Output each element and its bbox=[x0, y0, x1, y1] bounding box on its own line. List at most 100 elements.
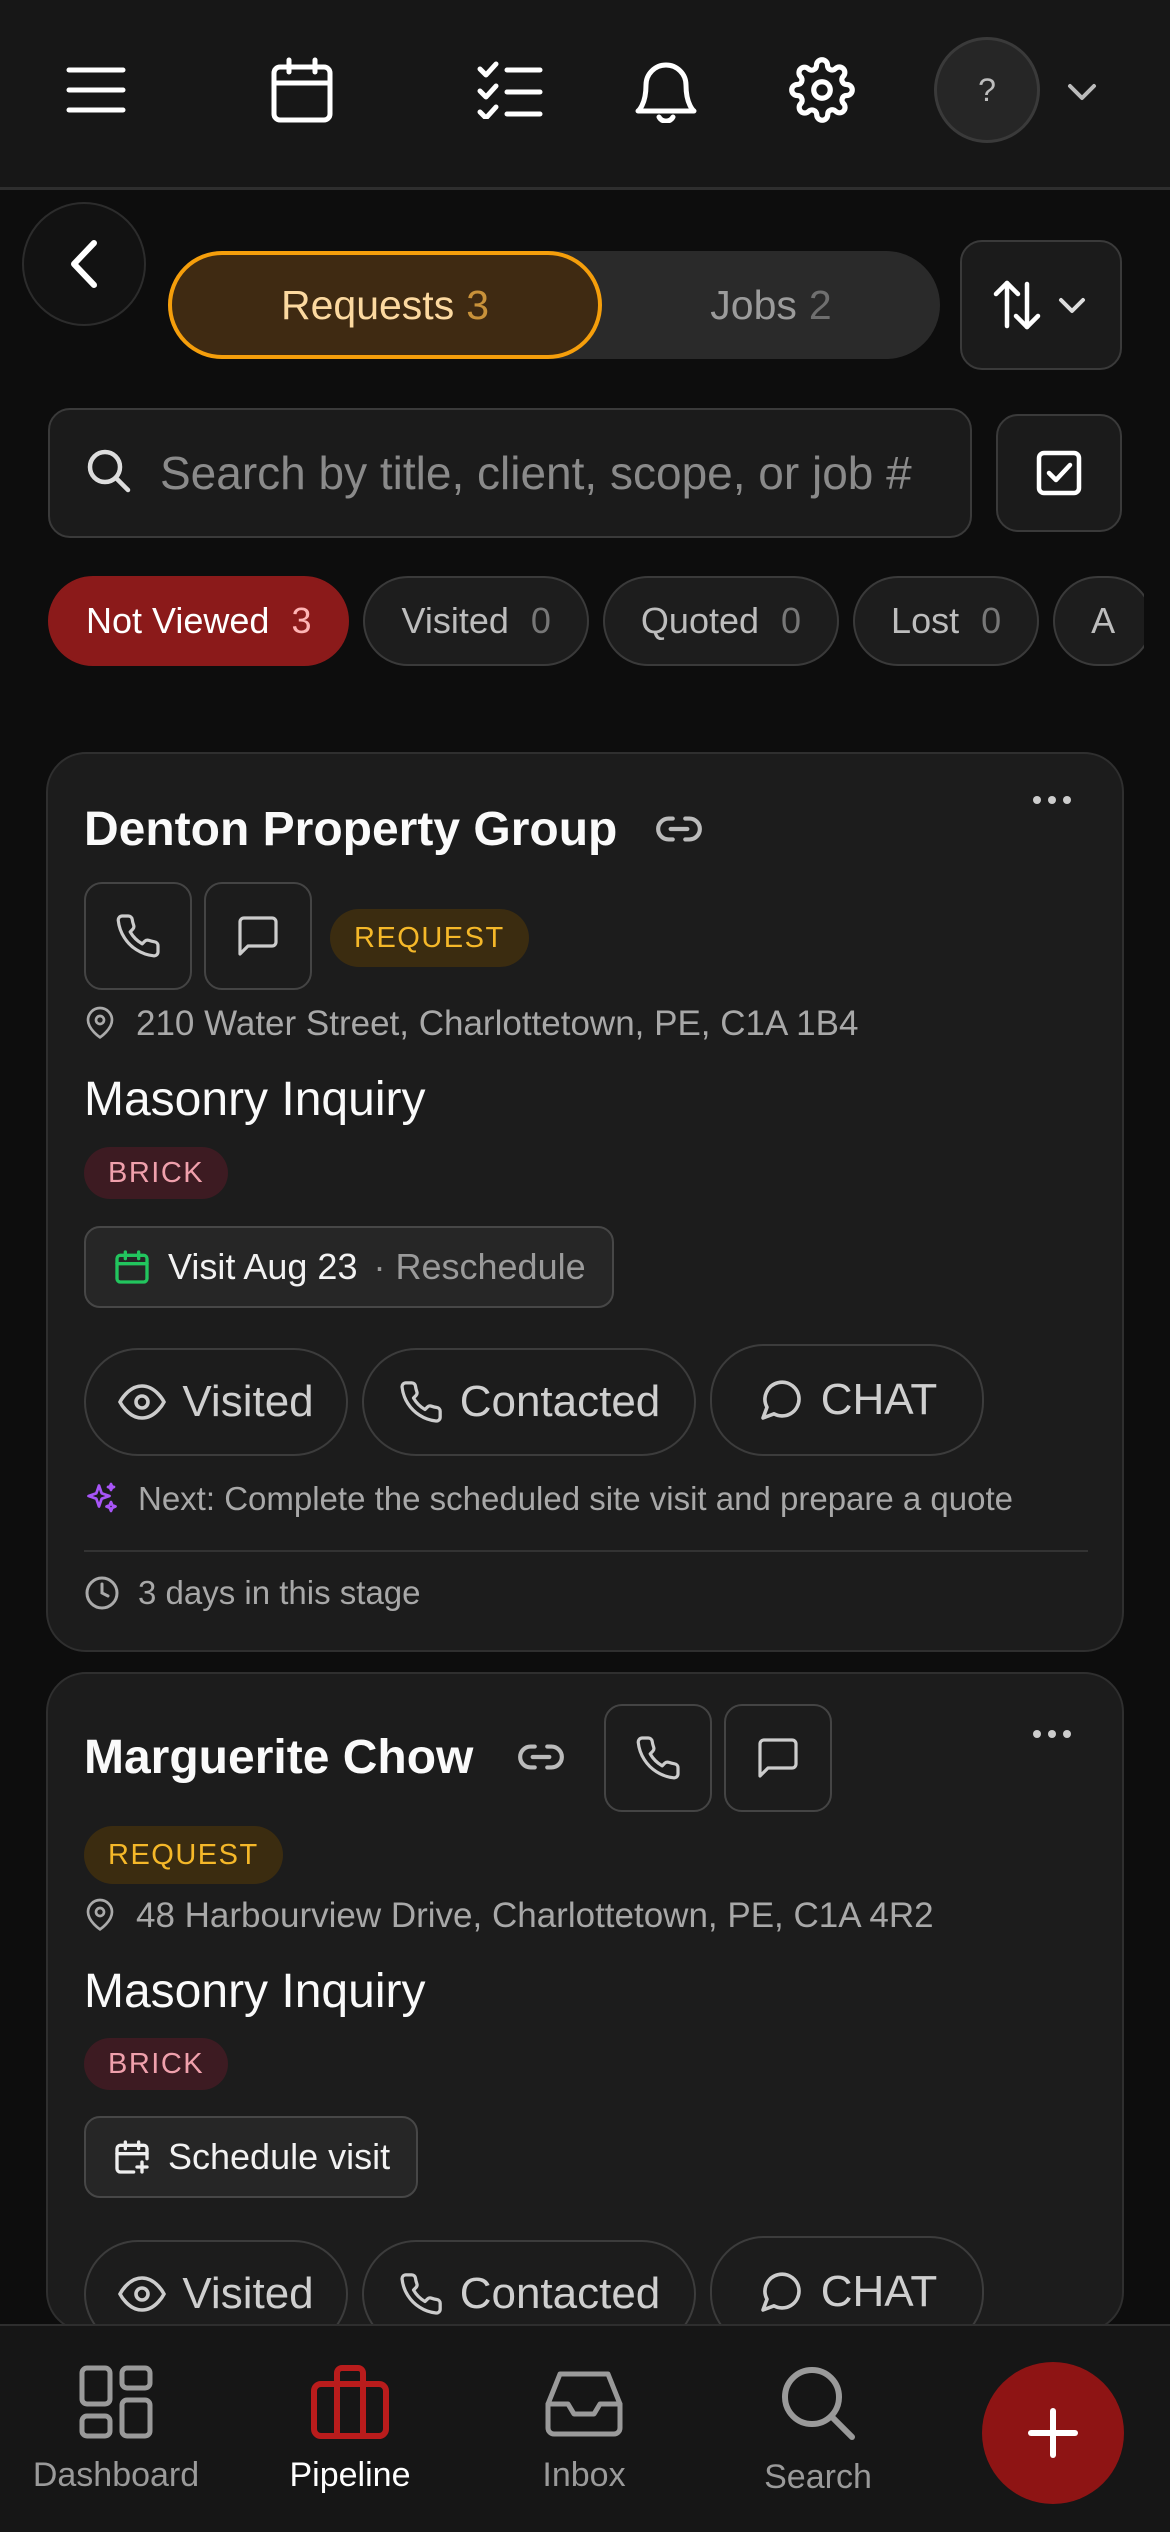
nav-inbox[interactable]: Inbox bbox=[484, 2326, 684, 2532]
map-pin-icon bbox=[86, 1006, 114, 1039]
chip-lost[interactable]: Lost 0 bbox=[853, 576, 1040, 666]
nav-search-label: Search bbox=[764, 2458, 872, 2496]
request-card[interactable]: Denton Property Group REQUEST 210 Water … bbox=[46, 752, 1124, 1652]
calendar-icon bbox=[115, 1250, 149, 1284]
client-name[interactable]: Denton Property Group bbox=[84, 802, 617, 857]
nav-dashboard[interactable]: Dashboard bbox=[16, 2326, 216, 2532]
contacted-label: Contacted bbox=[459, 1377, 661, 1426]
menu-icon[interactable] bbox=[54, 48, 138, 132]
schedule-visit-label: Schedule visit bbox=[168, 2136, 391, 2177]
request-title: Masonry Inquiry bbox=[84, 1965, 426, 2018]
calendar-icon[interactable] bbox=[260, 48, 344, 132]
add-button[interactable] bbox=[982, 2362, 1124, 2504]
chevron-down-icon bbox=[1059, 298, 1085, 313]
nav-pipeline[interactable]: Pipeline bbox=[250, 2326, 450, 2532]
chat-label: CHAT bbox=[820, 1375, 938, 1424]
plus-icon bbox=[1028, 2408, 1078, 2458]
stage-duration-text: 3 days in this stage bbox=[138, 1574, 421, 1611]
visit-pill[interactable]: Visit Aug 23 · Reschedule bbox=[84, 1226, 614, 1308]
contacted-button[interactable]: Contacted bbox=[362, 1348, 696, 1456]
tab-requests[interactable]: Requests 3 bbox=[168, 251, 602, 359]
status-badge: REQUEST bbox=[330, 909, 529, 967]
phone-icon bbox=[400, 2273, 442, 2315]
sort-icon bbox=[993, 280, 1041, 330]
avatar[interactable]: ? bbox=[934, 37, 1040, 143]
scope-tag: BRICK bbox=[84, 2038, 229, 2090]
nav-dashboard-label: Dashboard bbox=[32, 2456, 200, 2494]
phone-icon bbox=[116, 914, 160, 958]
separator-dot: · bbox=[373, 1246, 386, 1287]
tab-jobs-label: Jobs bbox=[710, 281, 797, 328]
chip-label: A bbox=[1091, 600, 1116, 641]
client-name[interactable]: Marguerite Chow bbox=[84, 1730, 473, 1785]
link-icon[interactable] bbox=[516, 1732, 572, 1788]
divider bbox=[84, 1550, 1088, 1552]
gear-icon[interactable] bbox=[780, 48, 864, 132]
segment-control: Requests 3 Jobs 2 bbox=[168, 251, 940, 359]
more-options-icon[interactable] bbox=[1022, 1716, 1082, 1752]
phone-icon bbox=[400, 1381, 442, 1423]
message-button[interactable] bbox=[204, 882, 312, 990]
visited-label: Visited bbox=[182, 2269, 314, 2318]
request-title: Masonry Inquiry bbox=[84, 1073, 426, 1126]
tab-requests-label: Requests bbox=[280, 281, 455, 328]
scope-tag: BRICK bbox=[84, 1147, 229, 1199]
address: 210 Water Street, Charlottetown, PE, C1A… bbox=[84, 1004, 858, 1044]
search-box bbox=[48, 408, 972, 538]
eye-icon bbox=[118, 2276, 167, 2312]
request-card[interactable]: Marguerite Chow REQUEST 48 Harbourview D… bbox=[46, 1672, 1124, 2348]
chip-quoted[interactable]: Quoted 0 bbox=[602, 576, 840, 666]
reschedule-link[interactable]: Reschedule bbox=[395, 1246, 585, 1288]
chip-not-viewed[interactable]: Not Viewed 3 bbox=[48, 576, 350, 666]
schedule-visit-button[interactable]: Schedule visit bbox=[84, 2116, 419, 2198]
search-icon bbox=[87, 449, 131, 493]
tab-requests-count: 3 bbox=[466, 281, 490, 328]
chat-button[interactable]: CHAT bbox=[710, 1344, 984, 1456]
call-button[interactable] bbox=[604, 1704, 712, 1812]
inbox-icon bbox=[545, 2371, 623, 2437]
status-chip-row: Not Viewed 3 Visited 0 Quoted 0 Lost 0 A bbox=[48, 576, 1144, 666]
back-button[interactable] bbox=[22, 202, 146, 326]
phone-icon bbox=[636, 1736, 680, 1780]
next-step: Next: Complete the scheduled site visit … bbox=[84, 1480, 1013, 1518]
nav-search[interactable]: Search bbox=[718, 2326, 918, 2532]
tab-jobs[interactable]: Jobs 2 bbox=[602, 251, 940, 359]
more-options-icon[interactable] bbox=[1022, 782, 1082, 818]
visited-label: Visited bbox=[182, 1377, 314, 1426]
top-bar: ? bbox=[0, 0, 1170, 190]
address-text: 48 Harbourview Drive, Charlottetown, PE,… bbox=[136, 1896, 934, 1935]
checkbox-icon bbox=[1036, 450, 1082, 496]
dashboard-icon bbox=[79, 2365, 153, 2439]
chip-partial[interactable]: A bbox=[1053, 576, 1144, 666]
chip-count: 0 bbox=[781, 600, 802, 641]
search-icon bbox=[782, 2367, 855, 2440]
checklist-icon[interactable] bbox=[468, 48, 552, 132]
message-icon bbox=[758, 1738, 798, 1778]
address: 48 Harbourview Drive, Charlottetown, PE,… bbox=[84, 1896, 934, 1936]
chevron-left-icon bbox=[71, 240, 97, 288]
stage-duration: 3 days in this stage bbox=[84, 1574, 421, 1612]
bell-icon[interactable] bbox=[624, 48, 708, 132]
chip-count: 0 bbox=[530, 600, 551, 641]
sort-button[interactable] bbox=[960, 240, 1122, 370]
chevron-down-icon[interactable] bbox=[1060, 70, 1104, 114]
tab-jobs-count: 2 bbox=[808, 281, 832, 328]
call-button[interactable] bbox=[84, 882, 192, 990]
select-mode-button[interactable] bbox=[996, 414, 1122, 532]
chat-bubble-icon bbox=[760, 2272, 801, 2312]
link-icon[interactable] bbox=[654, 804, 710, 860]
briefcase-icon bbox=[311, 2365, 389, 2439]
map-pin-icon bbox=[86, 1898, 114, 1931]
bottom-navigation: Dashboard Pipeline Inbox Search bbox=[0, 2324, 1170, 2532]
chip-count: 0 bbox=[981, 600, 1002, 641]
chat-label: CHAT bbox=[820, 2267, 938, 2316]
address-text: 210 Water Street, Charlottetown, PE, C1A… bbox=[136, 1004, 859, 1043]
search-input[interactable] bbox=[160, 410, 950, 536]
visited-button[interactable]: Visited bbox=[84, 1348, 348, 1456]
chat-bubble-icon bbox=[760, 1380, 801, 1420]
chip-visited[interactable]: Visited 0 bbox=[363, 576, 589, 666]
chip-label: Quoted bbox=[640, 600, 760, 641]
avatar-text: ? bbox=[978, 71, 996, 108]
message-icon bbox=[238, 916, 278, 956]
message-button[interactable] bbox=[724, 1704, 832, 1812]
